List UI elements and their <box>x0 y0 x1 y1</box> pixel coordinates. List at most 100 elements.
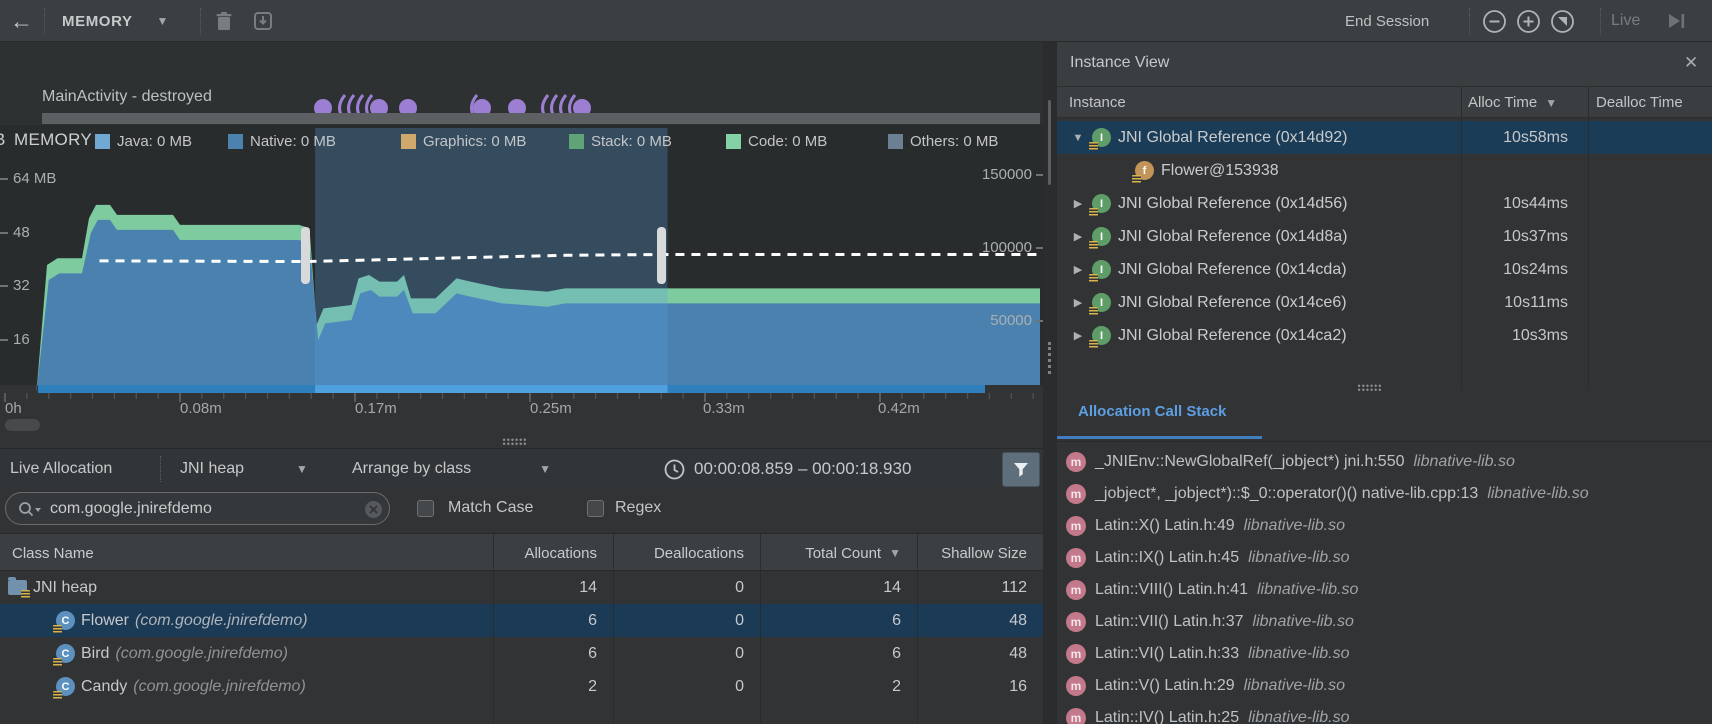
regex-label: Regex <box>615 499 661 517</box>
expander-closed-icon[interactable]: ▶ <box>1071 263 1085 276</box>
table-row[interactable]: CBird(com.google.jnirefdemo)60648 <box>0 637 1043 670</box>
column-separator[interactable] <box>917 533 918 724</box>
search-input[interactable]: com.google.jnirefdemo <box>5 492 390 525</box>
call-stack-frame[interactable]: mLatin::VII() Latin.h:37libnative-lib.so <box>1057 606 1712 638</box>
column-separator[interactable] <box>760 533 761 724</box>
zoom-out-icon <box>1482 9 1507 34</box>
class-name: Flower <box>81 612 129 630</box>
call-stack-frame[interactable]: mLatin::IX() Latin.h:45libnative-lib.so <box>1057 542 1712 574</box>
splitter-drag-handle[interactable]: •••••••••••• <box>485 438 545 446</box>
end-session-button[interactable]: End Session <box>1345 0 1429 42</box>
zoom-out-button[interactable] <box>1482 0 1507 42</box>
call-stack-frame[interactable]: m_JNIEnv::NewGlobalRef(_jobject*) jni.h:… <box>1057 446 1712 478</box>
numeric-cell: 6 <box>760 637 901 670</box>
close-icon[interactable]: ✕ <box>1684 53 1698 73</box>
table-row[interactable]: CFlower(com.google.jnirefdemo)60648 <box>0 604 1043 637</box>
back-arrow-icon: ← <box>10 8 33 35</box>
toolbar-separator <box>1469 8 1470 34</box>
column-header-shallow-size[interactable]: Shallow Size <box>917 534 1027 572</box>
call-stack-frame[interactable]: m_jobject*, _jobject*)::$_0::operator()(… <box>1057 478 1712 510</box>
instance-row[interactable]: fFlower@153938 <box>1057 154 1712 187</box>
class-icon: C <box>56 644 75 663</box>
x-axis-tick-label: 0h <box>5 400 22 417</box>
call-stack-frame[interactable]: mLatin::VI() Latin.h:33libnative-lib.so <box>1057 638 1712 670</box>
chevron-down-icon: ▼ <box>539 462 551 476</box>
jni-badge <box>1089 340 1098 348</box>
splitter-drag-handle[interactable]: •••••••••••• <box>1340 384 1400 392</box>
jni-global-reference-icon: I <box>1092 227 1111 246</box>
filter-button[interactable] <box>1002 452 1040 487</box>
column-separator[interactable] <box>1588 87 1589 390</box>
memory-usage-chart[interactable] <box>0 125 1043 425</box>
expander-closed-icon[interactable]: ▶ <box>1071 230 1085 243</box>
instance-row[interactable]: ▼IJNI Global Reference (0x14d92)10s58ms <box>1057 121 1712 154</box>
timeline-selected-range[interactable] <box>315 385 667 393</box>
y-axis-tick-label: 32 <box>13 277 30 294</box>
call-stack-frame[interactable]: mLatin::X() Latin.h:49libnative-lib.so <box>1057 510 1712 542</box>
method-icon: m <box>1066 516 1086 536</box>
column-header-dealloc-time[interactable]: Dealloc Time <box>1596 87 1683 118</box>
column-separator[interactable] <box>493 533 494 724</box>
expander-closed-icon[interactable]: ▶ <box>1071 296 1085 309</box>
arrange-selector-value: Arrange by class <box>352 460 471 478</box>
arrange-selector-dropdown[interactable]: Arrange by class ▼ <box>352 448 551 490</box>
reset-zoom-button[interactable] <box>1550 0 1575 42</box>
delete-session-button[interactable] <box>214 0 234 42</box>
numeric-cell: 6 <box>493 604 597 637</box>
back-button[interactable]: ← <box>10 0 33 42</box>
expander-closed-icon[interactable]: ▶ <box>1071 197 1085 210</box>
instance-row[interactable]: ▶IJNI Global Reference (0x14d8a)10s37ms <box>1057 220 1712 253</box>
call-stack-frame[interactable]: mLatin::IV() Latin.h:25libnative-lib.so <box>1057 702 1712 724</box>
numeric-cell: 0 <box>613 571 744 604</box>
clear-search-icon[interactable] <box>364 500 383 519</box>
selection-handle-left[interactable] <box>301 227 310 284</box>
jni-global-reference-icon: I <box>1092 194 1111 213</box>
pane-splitter[interactable] <box>1043 42 1057 724</box>
zoom-in-icon <box>1516 9 1541 34</box>
call-stack-frame[interactable]: mLatin::VIII() Latin.h:41libnative-lib.s… <box>1057 574 1712 606</box>
numeric-cell: 0 <box>613 604 744 637</box>
export-session-button[interactable] <box>252 0 274 42</box>
table-row[interactable]: JNI heap14014112 <box>0 571 1043 604</box>
vertical-scrollbar-thumb[interactable] <box>1048 100 1051 185</box>
live-button[interactable]: Live <box>1611 0 1640 42</box>
skip-to-end-icon <box>1664 9 1688 33</box>
expander-closed-icon[interactable]: ▶ <box>1071 329 1085 342</box>
selection-handle-right[interactable] <box>657 227 666 284</box>
instance-label-cell: ▶IJNI Global Reference (0x14ca2) <box>1071 319 1347 352</box>
column-header-class-name[interactable]: Class Name <box>12 534 312 572</box>
method-icon: m <box>1066 548 1086 568</box>
y-axis-tick-label: 64 MB <box>13 170 56 187</box>
method-icon: m <box>1066 484 1086 504</box>
match-case-label: Match Case <box>448 499 533 517</box>
column-header-deallocations[interactable]: Deallocations <box>613 534 744 572</box>
expander-open-icon[interactable]: ▼ <box>1071 132 1085 144</box>
instance-row[interactable]: ▶IJNI Global Reference (0x14cda)10s24ms <box>1057 253 1712 286</box>
match-case-checkbox[interactable] <box>417 500 434 517</box>
table-row[interactable]: CCandy(com.google.jnirefdemo)20216 <box>0 670 1043 703</box>
column-header-allocations[interactable]: Allocations <box>493 534 597 572</box>
column-separator[interactable] <box>613 533 614 724</box>
tab-allocation-call-stack[interactable]: Allocation Call Stack <box>1078 403 1226 420</box>
legend-swatch <box>401 134 416 149</box>
column-separator[interactable] <box>1461 87 1462 390</box>
column-header-alloc-time[interactable]: Alloc Time▼ <box>1468 87 1557 118</box>
profiler-selector-dropdown[interactable]: MEMORY ▼ <box>62 0 169 42</box>
call-stack-frame[interactable]: mLatin::V() Latin.h:29libnative-lib.so <box>1057 670 1712 702</box>
zoom-in-button[interactable] <box>1516 0 1541 42</box>
instance-row[interactable]: ▶IJNI Global Reference (0x14d56)10s44ms <box>1057 187 1712 220</box>
timeline-scrollbar-thumb[interactable] <box>5 419 40 431</box>
legend-label: Graphics: 0 MB <box>423 133 526 150</box>
regex-checkbox[interactable] <box>587 500 604 517</box>
memory-profiler-window: ← MEMORY ▼ End Session <box>0 0 1712 724</box>
column-header-total-count[interactable]: Total Count▼ <box>760 534 901 572</box>
column-header-instance[interactable]: Instance <box>1069 87 1126 118</box>
instance-row[interactable]: ▶IJNI Global Reference (0x14ca2)10s3ms <box>1057 319 1712 352</box>
instance-label-cell: ▼IJNI Global Reference (0x14d92) <box>1071 121 1347 154</box>
frame-function: Latin::IV() Latin.h:25 <box>1095 709 1239 724</box>
instance-row[interactable]: ▶IJNI Global Reference (0x14ce6)10s11ms <box>1057 286 1712 319</box>
class-name-cell: CBird(com.google.jnirefdemo) <box>56 637 288 670</box>
heap-selector-dropdown[interactable]: JNI heap ▼ <box>180 448 308 490</box>
numeric-cell: 2 <box>760 670 901 703</box>
skip-to-end-button[interactable] <box>1664 0 1688 42</box>
